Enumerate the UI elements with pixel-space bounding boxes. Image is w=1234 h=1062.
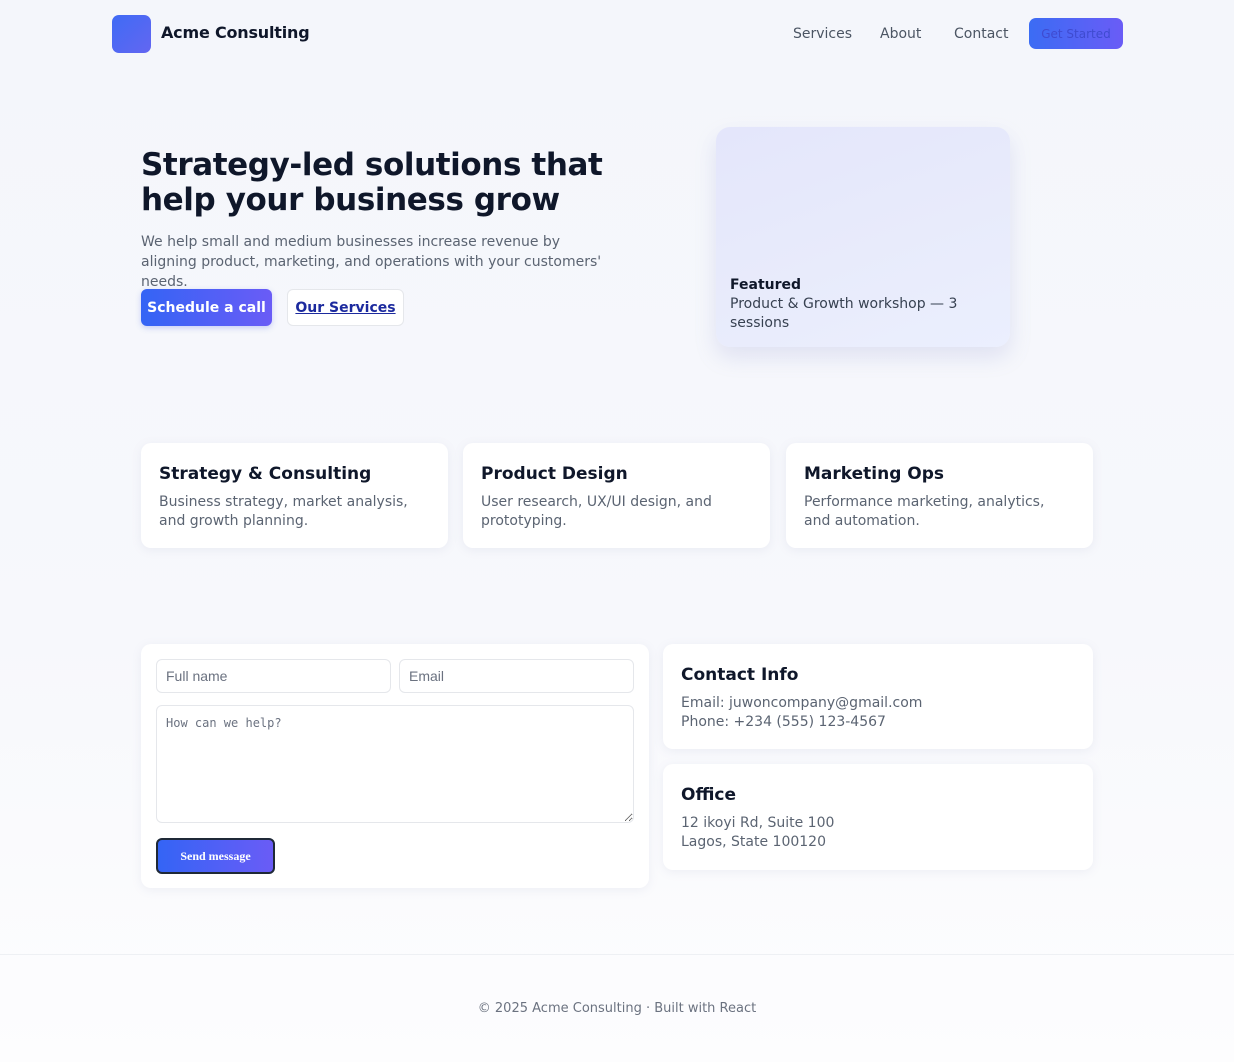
featured-label: Featured	[730, 277, 802, 293]
service-card: Marketing Ops Performance marketing, ana…	[786, 443, 1093, 548]
service-card: Product Design User research, UX/UI desi…	[463, 443, 770, 548]
service-description: Performance marketing, analytics, and au…	[804, 494, 1045, 529]
service-card: Strategy & Consulting Business strategy,…	[141, 443, 448, 548]
email-input[interactable]	[399, 659, 634, 693]
service-title: Product Design	[481, 464, 628, 484]
send-message-button[interactable]: Send message	[156, 838, 275, 874]
contact-info-title: Contact Info	[681, 665, 799, 685]
featured-text: Product & Growth workshop — 3 sessions	[730, 296, 958, 331]
hero-title: Strategy-led solutions that help your bu…	[141, 147, 603, 218]
our-services-button[interactable]: Our Services	[287, 289, 404, 326]
office-card: Office 12 ikoyi Rd, Suite 100 Lagos, Sta…	[663, 764, 1093, 870]
office-address-line1: 12 ikoyi Rd, Suite 100	[681, 815, 835, 831]
office-title: Office	[681, 785, 737, 805]
featured-card: Featured Product & Growth workshop — 3 s…	[716, 127, 1010, 347]
service-description: Business strategy, market analysis, and …	[159, 494, 408, 529]
footer-copyright: © 2025 Acme Consulting · Built with Reac…	[477, 1001, 757, 1016]
service-description: User research, UX/UI design, and prototy…	[481, 494, 712, 529]
office-address-line2: Lagos, State 100120	[681, 834, 826, 850]
get-started-button[interactable]: Get Started	[1029, 18, 1123, 49]
nav-link-about[interactable]: About	[880, 26, 921, 42]
footer-divider	[0, 954, 1234, 955]
message-textarea[interactable]	[156, 705, 634, 823]
hero-subtitle: We help small and medium businesses incr…	[141, 234, 602, 290]
service-title: Strategy & Consulting	[159, 464, 372, 484]
contact-email: Email: juwoncompany@gmail.com	[681, 695, 923, 711]
contact-phone: Phone: +234 (555) 123-4567	[681, 714, 886, 730]
site-header: Acme Consulting Services About Contact G…	[0, 0, 1234, 70]
contact-info-card: Contact Info Email: juwoncompany@gmail.c…	[663, 644, 1093, 749]
service-title: Marketing Ops	[804, 464, 945, 484]
contact-form: Send message	[141, 644, 649, 888]
nav-link-services[interactable]: Services	[793, 26, 852, 42]
nav-link-contact[interactable]: Contact	[954, 26, 1008, 42]
schedule-call-button[interactable]: Schedule a call	[141, 289, 272, 326]
full-name-input[interactable]	[156, 659, 391, 693]
